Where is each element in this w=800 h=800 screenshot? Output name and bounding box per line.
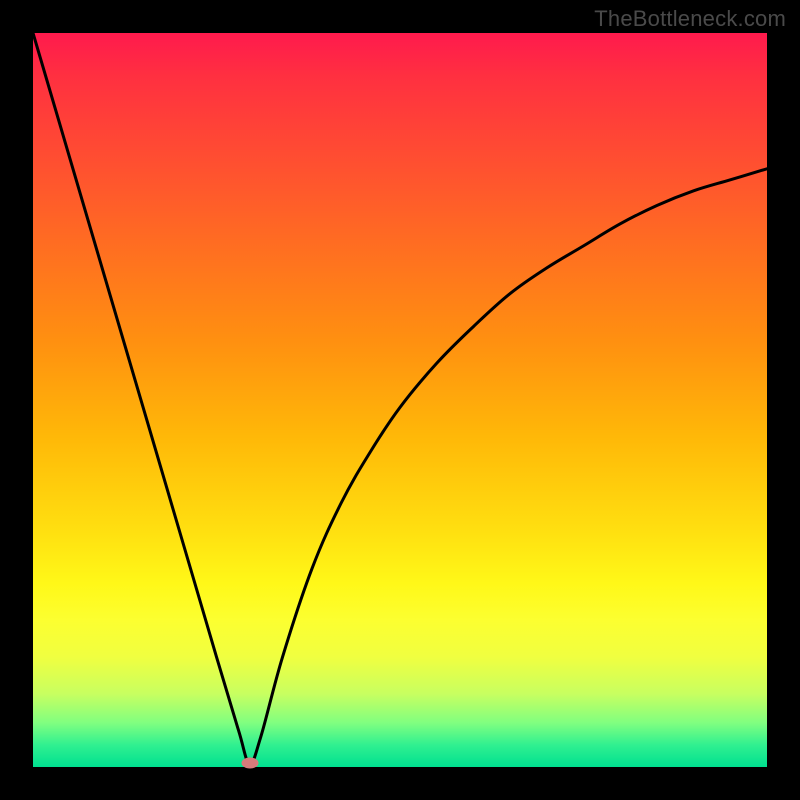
plot-area (33, 33, 767, 767)
watermark-text: TheBottleneck.com (594, 6, 786, 32)
bottleneck-curve (33, 33, 767, 767)
optimal-point-marker (241, 758, 258, 769)
chart-frame: TheBottleneck.com (0, 0, 800, 800)
